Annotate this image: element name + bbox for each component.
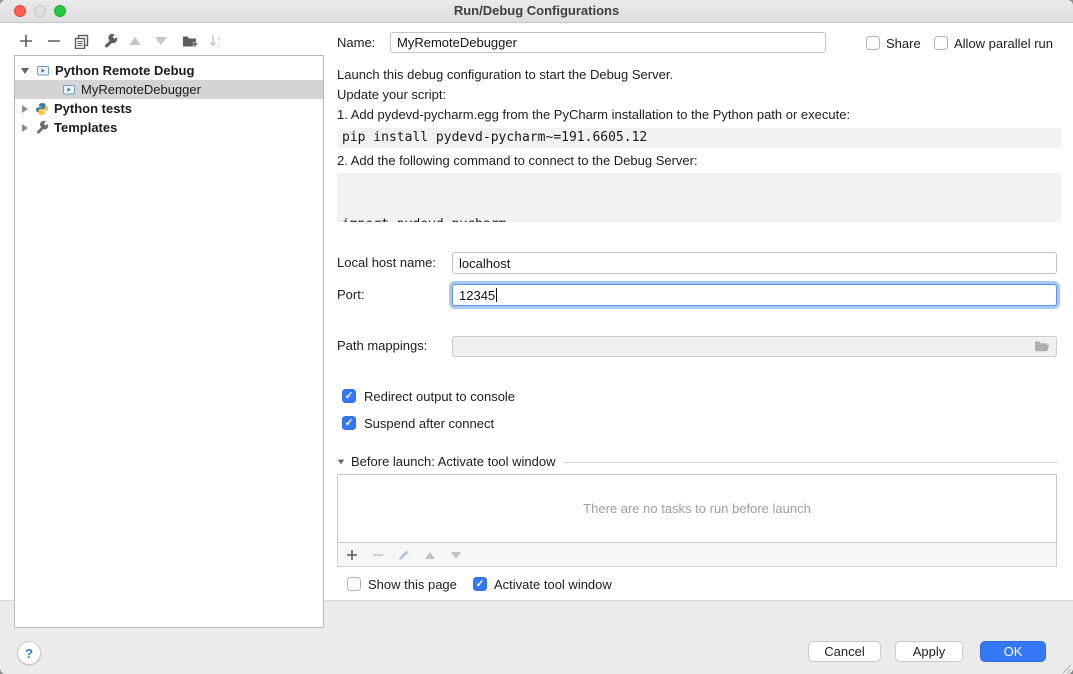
browse-folder-icon[interactable]	[1034, 340, 1050, 353]
remove-icon	[372, 549, 384, 561]
svg-text:z: z	[217, 42, 220, 48]
chevron-right-icon[interactable]	[22, 105, 28, 113]
name-input[interactable]: MyRemoteDebugger	[390, 32, 826, 53]
remove-icon	[47, 34, 61, 48]
share-checkbox[interactable]	[866, 36, 880, 50]
collapse-section-icon[interactable]	[338, 460, 344, 465]
tasks-toolbar	[337, 543, 1057, 567]
title-bar[interactable]: Run/Debug Configurations	[0, 0, 1073, 23]
remove-configuration-button[interactable]	[44, 31, 64, 51]
instruction-step2: 2. Add the following command to connect …	[337, 153, 698, 169]
port-input[interactable]: 12345	[452, 284, 1057, 306]
apply-button[interactable]: Apply	[895, 641, 963, 662]
copy-configuration-button[interactable]	[71, 31, 91, 51]
allow-parallel-run-checkbox[interactable]	[934, 36, 948, 50]
path-mappings-label: Path mappings:	[337, 338, 427, 354]
before-launch-label: Before launch: Activate tool window	[351, 454, 556, 470]
settrace-code: import pydevd_pycharm pydevd_pycharm.set…	[337, 173, 1061, 222]
run-debug-configurations-dialog: Run/Debug Configurations a z	[0, 0, 1073, 674]
show-this-page-label[interactable]: Show this page	[368, 577, 457, 593]
wrench-icon	[34, 121, 50, 135]
add-task-button[interactable]	[343, 547, 361, 563]
share-label[interactable]: Share	[886, 36, 921, 52]
python-logo-icon	[34, 102, 50, 116]
move-down-icon	[155, 37, 167, 45]
port-label: Port:	[337, 287, 364, 303]
add-icon	[346, 549, 358, 561]
window-title: Run/Debug Configurations	[0, 0, 1073, 22]
tree-item-python-remote-debug[interactable]: Python Remote Debug	[15, 61, 323, 80]
move-up-icon	[129, 37, 141, 45]
name-label: Name:	[337, 35, 375, 51]
copy-icon	[74, 34, 89, 49]
move-down-button[interactable]	[151, 31, 171, 51]
resize-grip[interactable]	[1060, 662, 1072, 674]
move-task-down-button[interactable]	[447, 547, 465, 563]
tree-item-label: Templates	[54, 120, 117, 135]
cancel-button[interactable]: Cancel	[808, 641, 881, 662]
section-separator	[564, 462, 1057, 463]
remove-task-button[interactable]	[369, 547, 387, 563]
show-this-page-checkbox[interactable]	[347, 577, 361, 591]
edit-pencil-icon	[398, 549, 410, 561]
move-up-button[interactable]	[125, 31, 145, 51]
local-host-name-label: Local host name:	[337, 255, 436, 271]
run-config-icon	[61, 83, 77, 96]
wrench-icon	[103, 34, 118, 49]
tree-item-label: MyRemoteDebugger	[81, 82, 201, 97]
local-host-name-input[interactable]: localhost	[452, 252, 1057, 274]
configurations-tree: Python Remote Debug MyRemoteDebugger Pyt…	[14, 55, 324, 628]
edit-task-button[interactable]	[395, 547, 413, 563]
activate-tool-window-label[interactable]: Activate tool window	[494, 577, 612, 593]
tree-item-myremotedebugger[interactable]: MyRemoteDebugger	[15, 80, 323, 99]
pip-command-code: pip install pydevd-pycharm~=191.6605.12	[337, 128, 1061, 148]
suspend-after-connect-label[interactable]: Suspend after connect	[364, 416, 494, 432]
instruction-step1: 1. Add pydevd-pycharm.egg from the PyCha…	[337, 107, 850, 123]
tree-item-python-tests[interactable]: Python tests	[15, 99, 323, 118]
redirect-output-label[interactable]: Redirect output to console	[364, 389, 515, 405]
add-configuration-button[interactable]	[16, 31, 36, 51]
sort-configurations-button[interactable]: a z	[206, 31, 226, 51]
chevron-right-icon[interactable]	[22, 124, 28, 132]
ok-button[interactable]: OK	[980, 641, 1046, 662]
edit-templates-button[interactable]	[100, 31, 120, 51]
run-config-icon	[35, 64, 51, 77]
move-up-icon	[425, 552, 435, 559]
allow-parallel-run-label[interactable]: Allow parallel run	[954, 36, 1053, 52]
path-mappings-input[interactable]	[452, 336, 1057, 357]
code-line: import pydevd_pycharm	[342, 215, 1056, 222]
tree-item-label: Python tests	[54, 101, 132, 116]
before-launch-tasks-panel[interactable]: There are no tasks to run before launch	[337, 474, 1057, 543]
instruction-line: Update your script:	[337, 87, 446, 103]
instruction-line: Launch this debug configuration to start…	[337, 67, 673, 83]
new-folder-button[interactable]	[180, 31, 200, 51]
activate-tool-window-checkbox[interactable]	[473, 577, 487, 591]
tree-item-templates[interactable]: Templates	[15, 118, 323, 137]
redirect-output-checkbox[interactable]	[342, 389, 356, 403]
new-folder-icon	[182, 34, 199, 48]
text-caret	[496, 288, 497, 302]
empty-tasks-message: There are no tasks to run before launch	[583, 501, 811, 516]
before-launch-header[interactable]: Before launch: Activate tool window	[337, 454, 1057, 470]
svg-text:a: a	[217, 35, 221, 42]
add-icon	[19, 34, 33, 48]
sort-alphabetically-icon: a z	[209, 34, 224, 48]
move-down-icon	[451, 552, 461, 559]
chevron-down-icon[interactable]	[21, 68, 29, 74]
move-task-up-button[interactable]	[421, 547, 439, 563]
help-button[interactable]: ?	[17, 641, 41, 665]
suspend-after-connect-checkbox[interactable]	[342, 416, 356, 430]
tree-item-label: Python Remote Debug	[55, 63, 194, 78]
